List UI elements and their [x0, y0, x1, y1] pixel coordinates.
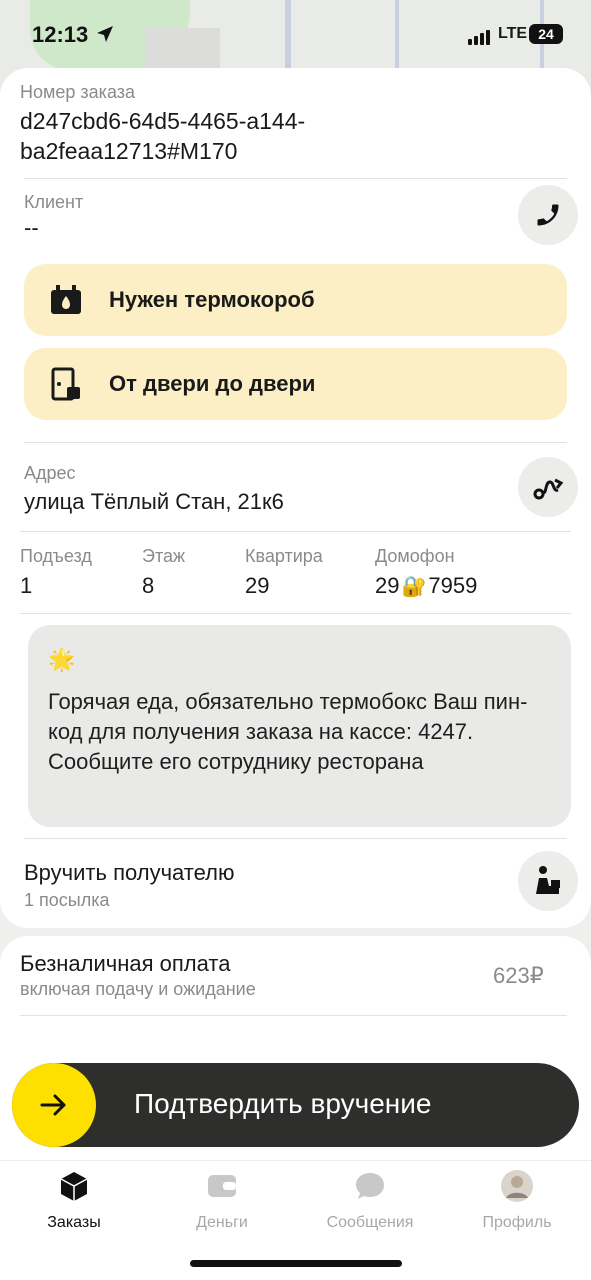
client-value: -- — [24, 215, 39, 240]
star-emoji-icon: 🌟 — [48, 647, 76, 672]
thermo-box-icon — [51, 285, 81, 314]
route-icon — [533, 478, 564, 500]
wallet-icon — [208, 1175, 236, 1197]
door-to-door-icon — [51, 367, 80, 401]
comment-text: Горячая еда, обязательно термобокс Ваш п… — [48, 689, 528, 774]
tag-label: От двери до двери — [109, 371, 316, 396]
divider — [20, 1015, 567, 1016]
intercom-code-part2: 7959 — [428, 573, 478, 598]
order-details-card: Номер заказа d247cbd6-64d5-4465-a144- ba… — [0, 68, 591, 928]
divider — [24, 178, 567, 179]
entrance-value: 1 — [20, 573, 33, 598]
signal-icon — [468, 27, 492, 45]
call-client-button[interactable] — [518, 185, 578, 245]
entrance-label: Подъезд — [20, 546, 92, 566]
handover-title: Вручить получателю — [24, 860, 235, 885]
person-parcel-icon — [536, 866, 560, 894]
floor-value: 8 — [142, 573, 155, 598]
courier-comment: 🌟 Горячая еда, обязательно термобокс Ваш… — [28, 625, 571, 827]
handover-button[interactable] — [518, 851, 578, 911]
tab-label: Профиль — [482, 1214, 552, 1231]
slider-knob[interactable] — [12, 1063, 96, 1147]
battery-icon: 24 — [529, 24, 563, 44]
tab-label: Сообщения — [326, 1214, 414, 1231]
network-type: LTE — [498, 25, 528, 42]
address-value: улица Тёплый Стан, 21к6 — [24, 489, 284, 514]
tab-orders[interactable]: Заказы — [4, 1169, 144, 1232]
intercom-value: 29 🔐 7959 — [375, 573, 477, 599]
tab-label: Деньги — [196, 1214, 248, 1231]
route-button[interactable] — [518, 457, 578, 517]
lock-key-emoji-icon: 🔐 — [401, 575, 427, 598]
slider-label: Подтвердить вручение — [134, 1088, 432, 1119]
avatar-icon — [501, 1170, 533, 1202]
location-arrow-icon — [97, 26, 113, 42]
tab-profile[interactable]: Профиль — [447, 1169, 587, 1232]
arrow-right-icon — [40, 1094, 66, 1116]
tab-messages[interactable]: Сообщения — [300, 1169, 440, 1232]
client-label: Клиент — [24, 192, 84, 212]
phone-icon — [537, 204, 559, 226]
order-number-label: Номер заказа — [20, 82, 136, 102]
tag-door-to-door: От двери до двери — [24, 348, 567, 420]
confirm-handover-slider[interactable]: Подтвердить вручение — [12, 1063, 579, 1147]
orders-box-icon — [60, 1172, 88, 1201]
divider — [24, 838, 567, 839]
payment-subtitle: включая подачу и ожидание — [20, 979, 256, 999]
chat-bubble-icon — [356, 1173, 384, 1199]
order-number-line2: ba2feaa12713#M170 — [20, 138, 238, 164]
address-label: Адрес — [24, 463, 76, 483]
intercom-code-part1: 29 — [375, 573, 400, 598]
tab-money[interactable]: Деньги — [152, 1169, 292, 1232]
status-time: 12:13 — [32, 22, 89, 47]
order-number-line1: d247cbd6-64d5-4465-a144- — [20, 108, 306, 134]
home-indicator[interactable] — [190, 1260, 402, 1267]
floor-label: Этаж — [142, 546, 186, 566]
apartment-value: 29 — [245, 573, 270, 598]
divider — [24, 442, 567, 443]
intercom-label: Домофон — [375, 546, 455, 566]
tag-thermo-box: Нужен термокороб — [24, 264, 567, 336]
apartment-label: Квартира — [245, 546, 323, 566]
payment-amount: 623₽ — [493, 963, 544, 988]
payment-title: Безналичная оплата — [20, 951, 231, 976]
handover-subtitle: 1 посылка — [24, 890, 110, 910]
divider — [20, 531, 571, 532]
tab-label: Заказы — [47, 1214, 101, 1231]
tab-bar: Заказы Деньги Сообщения Профиль — [0, 1160, 591, 1231]
status-bar: 12:13 LTE 24 — [0, 0, 591, 70]
tag-label: Нужен термокороб — [109, 287, 315, 312]
divider — [20, 613, 571, 614]
